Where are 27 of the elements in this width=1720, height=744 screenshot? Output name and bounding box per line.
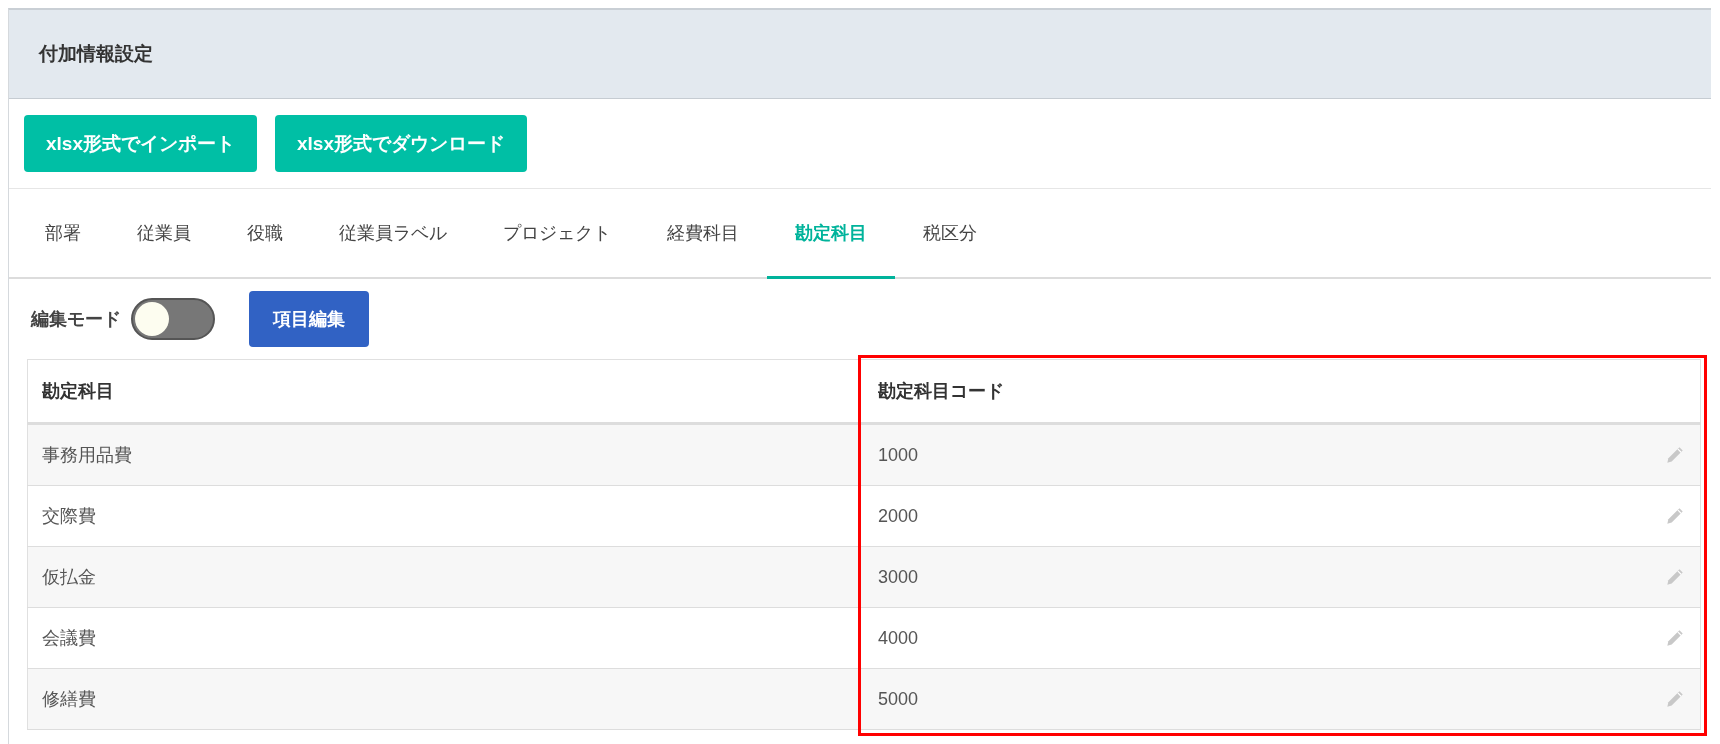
pencil-icon[interactable] <box>1664 505 1686 527</box>
tab[interactable]: プロジェクト <box>475 189 639 279</box>
pencil-icon[interactable] <box>1664 444 1686 466</box>
pencil-icon[interactable] <box>1664 566 1686 588</box>
tab[interactable]: 役職 <box>219 189 311 279</box>
panel-title: 付加情報設定 <box>39 42 153 66</box>
tab[interactable]: 部署 <box>17 189 109 279</box>
table-cell: 2000 <box>878 505 919 527</box>
table-cell: 4000 <box>878 627 919 649</box>
table-cell: 1000 <box>878 444 919 466</box>
table-cell: 5000 <box>878 688 919 710</box>
table-cell: 会議費 <box>27 607 864 669</box>
table-cell: 交際費 <box>27 485 864 547</box>
tab[interactable]: 従業員ラベル <box>311 189 475 279</box>
pencil-icon[interactable] <box>1664 688 1686 710</box>
table-cell: 仮払金 <box>27 546 864 608</box>
table-cell: 事務用品費 <box>27 423 864 486</box>
tab[interactable]: 経費科目 <box>639 189 767 279</box>
edit-items-button[interactable]: 項目編集 <box>249 291 369 347</box>
pencil-icon[interactable] <box>1664 627 1686 649</box>
edit-mode-toggle[interactable] <box>131 298 215 340</box>
edit-mode-label: 編集モード <box>31 308 121 331</box>
tab[interactable]: 従業員 <box>109 189 219 279</box>
tab[interactable]: 税区分 <box>895 189 1005 279</box>
table-cell: 修繕費 <box>27 668 864 730</box>
column-header: 勘定科目コード <box>864 359 1701 424</box>
table-cell: 3000 <box>878 566 919 588</box>
